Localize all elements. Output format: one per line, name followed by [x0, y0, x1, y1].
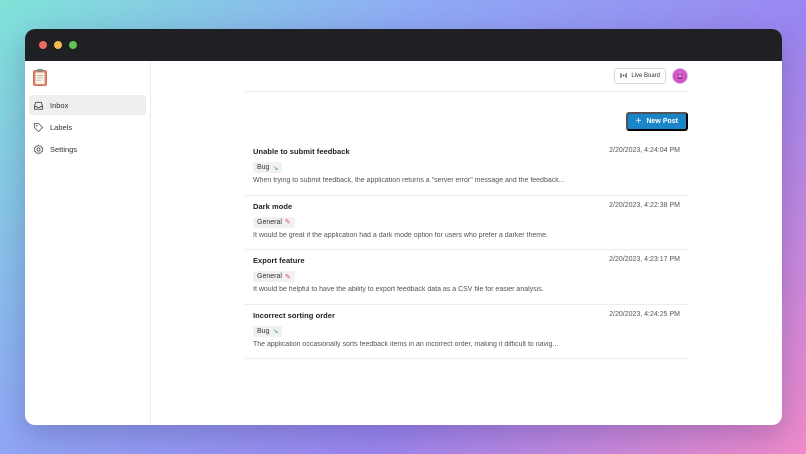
post-description: It would be helpful to have the ability …: [253, 286, 544, 293]
post-tag[interactable]: Bug ↘: [253, 162, 283, 173]
tag-label: General: [257, 273, 282, 280]
post-timestamp: 2/20/2023, 4:22:38 PM: [609, 201, 680, 209]
sidebar-item-inbox[interactable]: Inbox: [29, 95, 146, 115]
gear-icon: [33, 144, 44, 155]
minimize-window-button[interactable]: [54, 41, 62, 49]
tag-label: Bug: [257, 164, 270, 171]
tag-label: General: [257, 218, 282, 226]
broadcast-icon: [620, 72, 628, 81]
post-item[interactable]: Unable to submit feedback 2/20/2023, 4:2…: [245, 141, 688, 196]
smiley-avatar-icon: [676, 73, 684, 79]
post-item[interactable]: Incorrect sorting order 2/20/2023, 4:24:…: [245, 305, 688, 359]
post-tag[interactable]: General ✎: [253, 216, 295, 228]
sidebar-item-label: Settings: [50, 144, 78, 154]
post-description: When trying to submit feedback, the appl…: [253, 177, 565, 184]
post-timestamp: 2/20/2023, 4:24:25 PM: [609, 310, 680, 318]
sidebar: Inbox Labels Settings: [25, 61, 151, 425]
sidebar-item-settings[interactable]: Settings: [29, 139, 146, 159]
close-window-button[interactable]: [39, 41, 47, 49]
new-post-label: New Post: [646, 118, 678, 125]
post-timestamp: 2/20/2023, 4:23:17 PM: [609, 256, 680, 263]
post-description: It would be great if the application had…: [253, 231, 548, 239]
sidebar-item-labels[interactable]: Labels: [29, 117, 146, 137]
clipboard-icon[interactable]: [32, 68, 48, 86]
pencil-icon: ✎: [284, 219, 291, 226]
inbox-icon: [33, 100, 44, 111]
app-content: Inbox Labels Settings Live Board + New P…: [25, 61, 782, 425]
avatar[interactable]: [672, 68, 688, 84]
pencil-icon: ✎: [284, 273, 291, 281]
post-list: Unable to submit feedback 2/20/2023, 4:2…: [245, 141, 688, 359]
app-window: Inbox Labels Settings Live Board + New P…: [25, 29, 782, 425]
sidebar-item-label: Inbox: [50, 100, 69, 110]
sidebar-item-label: Labels: [50, 122, 73, 132]
post-tag[interactable]: Bug ↘: [253, 325, 283, 337]
maximize-window-button[interactable]: [69, 41, 77, 49]
main-panel: Live Board + New Post Unable to submit f…: [151, 61, 782, 425]
new-post-button[interactable]: + New Post: [625, 112, 688, 131]
window-titlebar: [25, 29, 782, 61]
post-tag[interactable]: General ✎: [253, 271, 295, 282]
post-description: The application occasionally sorts feedb…: [253, 340, 559, 348]
bug-icon: ↘: [272, 164, 279, 172]
sidebar-nav: Inbox Labels Settings: [29, 95, 146, 161]
post-item[interactable]: Dark mode 2/20/2023, 4:22:38 PM General …: [245, 196, 688, 250]
plus-icon: +: [635, 115, 642, 127]
tag-icon: [33, 122, 44, 133]
bug-icon: ↘: [272, 328, 279, 335]
post-item[interactable]: Export feature 2/20/2023, 4:23:17 PM Gen…: [245, 250, 688, 305]
post-timestamp: 2/20/2023, 4:24:04 PM: [609, 147, 680, 154]
tag-label: Bug: [257, 327, 270, 335]
live-board-button[interactable]: Live Board: [614, 68, 666, 84]
top-bar: Live Board: [245, 61, 688, 92]
live-board-label: Live Board: [631, 73, 660, 79]
